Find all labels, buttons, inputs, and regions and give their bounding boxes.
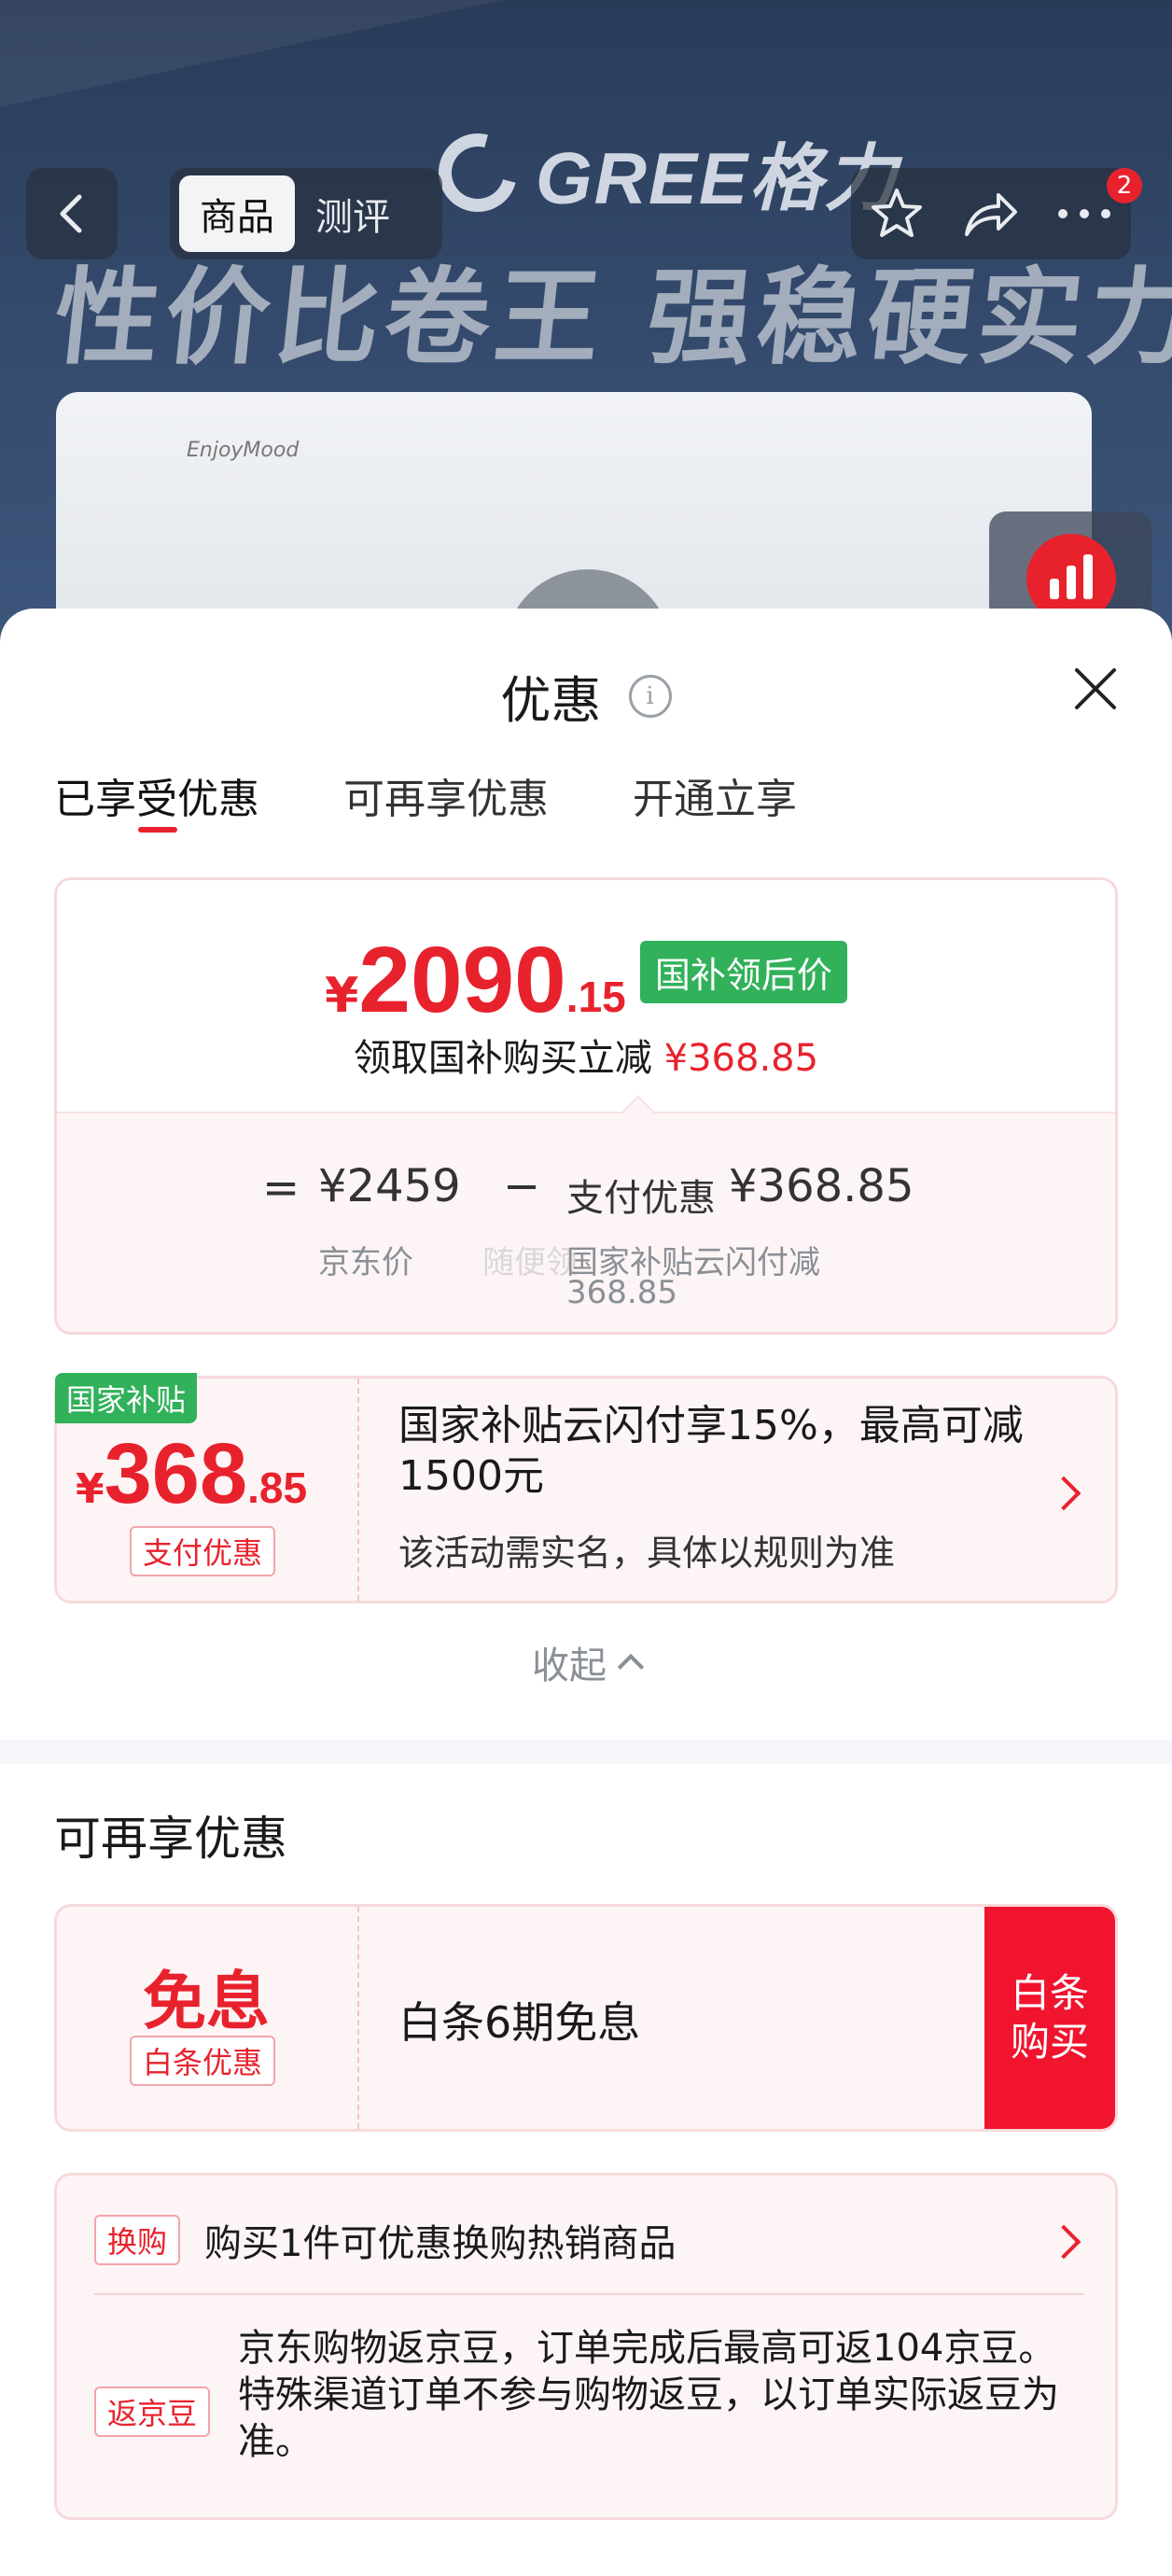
collapse-label: 收起 bbox=[532, 1645, 607, 1687]
tab-more-available[interactable]: 可再享优惠 bbox=[343, 765, 549, 825]
price-integer: 2090 bbox=[358, 928, 566, 1032]
jd-price: ¥2459 bbox=[318, 1160, 461, 1212]
pay-discount-amount: ¥368.85 bbox=[729, 1160, 914, 1212]
coupon-amount-int: 368 bbox=[104, 1426, 248, 1521]
back-button[interactable] bbox=[26, 168, 118, 259]
sheet-header: 优惠 i bbox=[0, 659, 1172, 733]
sheet-title: 优惠 bbox=[500, 671, 602, 730]
discount-sheet: 优惠 i 已享受优惠 可再享优惠 开通立享 ¥2090.15 国补领后价 领取国… bbox=[0, 609, 1172, 2576]
subsidy-price-tag: 国补领后价 bbox=[639, 941, 847, 1003]
tab-product[interactable]: 商品 bbox=[179, 175, 295, 252]
discount-tabs: 已享受优惠 可再享优惠 开通立享 bbox=[54, 765, 797, 833]
baitiao-description: 白条6期免息 bbox=[398, 1997, 641, 2048]
brand-logo: GREE格力 bbox=[424, 119, 899, 227]
chevron-right-icon[interactable] bbox=[1046, 2224, 1081, 2260]
section-divider bbox=[0, 1740, 1172, 1764]
more-icon[interactable] bbox=[1055, 204, 1113, 223]
tab-activate[interactable]: 开通立享 bbox=[633, 765, 797, 825]
watermark-text: 随便领 bbox=[482, 1244, 578, 1281]
currency-symbol: ¥ bbox=[325, 968, 359, 1024]
final-price: ¥2090.15 国补领后价 bbox=[57, 927, 1115, 1034]
subsidy-coupon-card[interactable]: ¥368.85 支付优惠 国家补贴 国家补贴云闪付享15%，最高可减1500元 … bbox=[54, 1373, 1118, 1603]
card-divider bbox=[357, 1907, 359, 2129]
collapse-button[interactable]: 收起 bbox=[0, 1635, 1172, 1689]
star-icon[interactable] bbox=[869, 186, 925, 242]
saving-line: 领取国补购买立减 ¥368.85 bbox=[57, 1028, 1115, 1082]
buy-button-line1: 白条 bbox=[1010, 1970, 1089, 2016]
coupon-description: 国家补贴云闪付享15%，最高可减1500元 bbox=[398, 1402, 1024, 1500]
jd-price-caption: 京东价 bbox=[318, 1244, 413, 1281]
baitiao-card: 免息 白条优惠 白条6期免息 白条 购买 bbox=[54, 1904, 1118, 2132]
saving-text: 领取国补购买立减 bbox=[353, 1037, 652, 1080]
chevron-right-icon bbox=[1046, 1476, 1081, 1511]
coupon-currency: ¥ bbox=[76, 1465, 105, 1513]
unit-brand-text: EnjoyMood bbox=[187, 439, 300, 462]
trade-in-tag: 换购 bbox=[94, 2215, 181, 2265]
saving-amount: ¥368.85 bbox=[663, 1037, 819, 1080]
brand-name: GREE格力 bbox=[536, 137, 900, 219]
close-icon[interactable] bbox=[1069, 663, 1122, 715]
nav-tabs: 商品 测评 bbox=[170, 168, 442, 259]
pay-discount-label: 支付优惠 bbox=[566, 1177, 716, 1220]
tab-enjoyed[interactable]: 已享受优惠 bbox=[54, 765, 259, 833]
chevron-left-icon bbox=[60, 194, 82, 233]
price-summary-card: ¥2090.15 国补领后价 领取国补购买立减 ¥368.85 = ¥2459 … bbox=[54, 877, 1118, 1335]
jd-bean-tag: 返京豆 bbox=[94, 2387, 211, 2437]
info-icon[interactable]: i bbox=[628, 674, 672, 718]
pay-discount-tag: 支付优惠 bbox=[130, 1526, 276, 1576]
minus-sign: − bbox=[503, 1160, 541, 1212]
coupon-amount-dec: .85 bbox=[247, 1463, 308, 1512]
buy-button-line2: 购买 bbox=[1010, 2019, 1089, 2065]
breakdown-equation: = ¥2459 − 支付优惠 ¥368.85 bbox=[57, 1160, 1115, 1220]
chevron-up-icon bbox=[617, 1653, 645, 1681]
nav-actions bbox=[851, 168, 1131, 259]
more-discounts-title: 可再享优惠 bbox=[54, 1812, 287, 1866]
jd-bean-text: 京东购物返京豆，订单完成后最高可返104京豆。特殊渠道订单不参与购物返豆，以订单… bbox=[238, 2327, 1059, 2463]
national-subsidy-tag: 国家补贴 bbox=[55, 1373, 198, 1423]
row-separator bbox=[94, 2293, 1083, 2295]
baitiao-tag: 白条优惠 bbox=[130, 2036, 276, 2086]
coupon-note: 该活动需实名，具体以规则为准 bbox=[398, 1533, 896, 1574]
interest-free-headline: 免息 bbox=[142, 1966, 270, 2039]
equals-sign: = bbox=[262, 1162, 300, 1214]
notification-badge: 2 bbox=[1107, 168, 1142, 203]
trade-in-text[interactable]: 购买1件可优惠换购热销商品 bbox=[204, 2213, 676, 2267]
tab-review[interactable]: 测评 bbox=[295, 175, 411, 252]
baitiao-buy-button[interactable]: 白条 购买 bbox=[984, 1907, 1115, 2129]
coupon-amount: ¥368.85 bbox=[76, 1425, 307, 1523]
price-decimal: .15 bbox=[565, 973, 626, 1021]
extra-benefits-card: 换购 购买1件可优惠换购热销商品 返京豆 京东购物返京豆，订单完成后最高可返10… bbox=[54, 2173, 1118, 2520]
share-icon[interactable] bbox=[961, 188, 1019, 240]
discount-caption-amount: 368.85 bbox=[566, 1274, 677, 1311]
coupon-divider bbox=[357, 1379, 359, 1601]
